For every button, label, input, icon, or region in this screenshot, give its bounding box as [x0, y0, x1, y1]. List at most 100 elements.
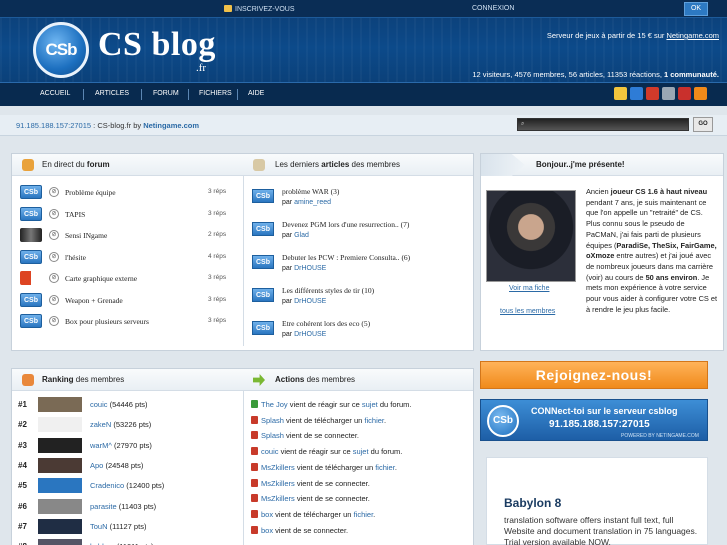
- action-text: vient de télécharger un: [294, 462, 376, 472]
- member-avatar[interactable]: [38, 518, 82, 534]
- forum-topic-title[interactable]: Sensi INgame: [65, 231, 107, 240]
- member-avatar[interactable]: [38, 397, 82, 412]
- member-avatar[interactable]: [38, 417, 82, 433]
- member-name[interactable]: zakeN: [90, 420, 111, 429]
- ranking-row[interactable]: #4 Apo (24548 pts): [18, 457, 218, 475]
- forum-topic-title[interactable]: Problème équipe: [65, 188, 116, 197]
- utb-icon[interactable]: [630, 87, 643, 100]
- ranking-row[interactable]: #3 warM^ (27970 pts): [18, 437, 218, 455]
- register-link[interactable]: INSCRIVEZ-VOUS: [224, 5, 295, 13]
- nav-aide[interactable]: AIDE: [248, 90, 264, 97]
- forum-topic-row[interactable]: ⊘ Carte graphique externe 3 réps: [20, 270, 235, 288]
- author-link[interactable]: amine_reed: [294, 199, 331, 206]
- profile-photo[interactable]: [486, 190, 576, 282]
- article-title[interactable]: Devenez PGM lors d'une resurrection.. (7…: [282, 220, 409, 229]
- action-user[interactable]: couic: [261, 447, 279, 456]
- member-name[interactable]: couic: [90, 400, 108, 409]
- action-user[interactable]: Splash: [261, 431, 284, 440]
- article-row[interactable]: CSb Etre cohérent lors des eco (5) par DrH…: [252, 319, 462, 347]
- ad-title[interactable]: Babylon 8: [504, 496, 561, 510]
- login-link[interactable]: CONNEXION: [472, 5, 514, 12]
- connect-server-banner[interactable]: CSb CONNect-toi sur le serveur csblog 91…: [480, 399, 708, 441]
- member-name[interactable]: TouN: [90, 522, 108, 531]
- search-button[interactable]: GO: [693, 117, 713, 132]
- youtube-icon[interactable]: [678, 87, 691, 100]
- forum-topic-row[interactable]: CSb ⊘ Problème équipe 3 réps: [20, 184, 235, 202]
- action-user[interactable]: Splash: [261, 416, 284, 425]
- article-thumb-icon: CSb: [252, 288, 274, 302]
- ranking-row[interactable]: #7 TouN (11127 pts): [18, 518, 218, 536]
- server-promo-link[interactable]: Netingame.com: [666, 31, 719, 40]
- ranking-row[interactable]: #2 zakeN (53226 pts): [18, 416, 218, 434]
- nav-accueil[interactable]: ACCUEIL: [40, 90, 70, 97]
- action-user[interactable]: MsZkillers: [261, 463, 295, 472]
- forum-topic-title[interactable]: TAPIS: [65, 210, 85, 219]
- site-title[interactable]: CS blog: [98, 26, 216, 64]
- forum-topic-row[interactable]: CSb ⊘ Box pour plusieurs serveurs 3 réps: [20, 313, 235, 331]
- netingame-link[interactable]: Netingame.com: [143, 121, 199, 130]
- member-name[interactable]: warM^: [90, 441, 112, 450]
- join-us-banner[interactable]: Rejoignez-nous!: [480, 361, 708, 389]
- article-title[interactable]: Debuter les PCW : Premiere Consulta.. (6…: [282, 253, 410, 262]
- article-author: par DrHOUSE: [282, 298, 326, 305]
- article-title[interactable]: problème WAR (3): [282, 187, 339, 196]
- member-name[interactable]: Cradenico: [90, 481, 124, 490]
- member-avatar[interactable]: [38, 437, 82, 453]
- action-user[interactable]: box: [261, 510, 273, 519]
- forum-topic-title[interactable]: Weapon + Grenade: [65, 296, 123, 305]
- search-input[interactable]: ⌕: [517, 118, 689, 131]
- action-user[interactable]: MsZkillers: [261, 494, 295, 503]
- member-avatar[interactable]: [38, 498, 82, 514]
- article-row[interactable]: CSb Les différents styles de tir (10) par …: [252, 286, 462, 314]
- article-title[interactable]: Les différents styles de tir (10): [282, 286, 374, 295]
- article-row[interactable]: CSb Devenez PGM lors d'une resurrection..…: [252, 220, 462, 248]
- article-row[interactable]: CSb Debuter les PCW : Premiere Consulta..…: [252, 253, 462, 281]
- server-ip[interactable]: 91.185.188.157:27015: [16, 121, 91, 130]
- article-row[interactable]: CSb problème WAR (3) par amine_reed: [252, 187, 462, 215]
- forum-topic-row[interactable]: CSb ⊘ l'hésite 4 réps: [20, 249, 235, 267]
- action-link[interactable]: sujet: [362, 400, 378, 409]
- member-name[interactable]: parasite: [90, 502, 117, 511]
- forum-topic-title[interactable]: l'hésite: [65, 253, 86, 262]
- rss-icon[interactable]: [694, 87, 707, 100]
- member-avatar[interactable]: [38, 539, 82, 545]
- article-title[interactable]: Etre cohérent lors des eco (5): [282, 319, 370, 328]
- ranking-row[interactable]: #5 Cradenico (12400 pts): [18, 477, 218, 495]
- ok-button[interactable]: OK: [684, 2, 708, 16]
- nav-forum[interactable]: FORUM: [153, 90, 179, 97]
- forum-topic-row[interactable]: ⊘ Sensi INgame 2 réps: [20, 227, 235, 245]
- action-user[interactable]: MsZkillers: [261, 479, 295, 488]
- action-link[interactable]: fichier: [364, 416, 384, 425]
- author-link[interactable]: DrHOUSE: [294, 331, 326, 338]
- ranking-row[interactable]: #1 couic (54446 pts): [18, 396, 218, 414]
- ranking-row[interactable]: #8kobben (11011 pts): [18, 538, 218, 545]
- ranking-row[interactable]: #6 parasite (11403 pts): [18, 498, 218, 516]
- view-profile-link[interactable]: Voir ma fiche: [509, 285, 549, 292]
- live-icon[interactable]: [646, 87, 659, 100]
- action-text-end: .: [394, 462, 397, 472]
- action-link[interactable]: sujet: [353, 447, 369, 456]
- member-avatar[interactable]: [38, 478, 82, 494]
- smiley-icon[interactable]: [614, 87, 627, 100]
- forum-topic-row[interactable]: CSb ⊘ Weapon + Grenade 3 réps: [20, 292, 235, 310]
- ad-box[interactable]: Babylon 8 translation software offers in…: [486, 457, 708, 545]
- member-avatar[interactable]: [38, 457, 82, 473]
- nav-articles[interactable]: ARTICLES: [95, 90, 129, 97]
- member-name[interactable]: Apo: [90, 461, 103, 470]
- articles-title-post: des membres: [349, 160, 400, 169]
- forum-topic-title[interactable]: Carte graphique externe: [65, 274, 137, 283]
- mail-icon[interactable]: [662, 87, 675, 100]
- author-link[interactable]: Glad: [294, 232, 309, 239]
- nav-fichiers[interactable]: FICHIERS: [199, 90, 232, 97]
- all-members-link[interactable]: tous les membres: [500, 308, 555, 315]
- action-user[interactable]: The Joy: [261, 400, 288, 409]
- action-user[interactable]: box: [261, 526, 273, 535]
- action-link[interactable]: fichier: [354, 510, 374, 519]
- site-logo[interactable]: CSb: [33, 22, 89, 78]
- forum-topic-title[interactable]: Box pour plusieurs serveurs: [65, 317, 149, 326]
- member-points: (11127 pts): [109, 521, 147, 531]
- author-link[interactable]: DrHOUSE: [294, 265, 326, 272]
- action-link[interactable]: fichier: [375, 463, 395, 472]
- author-link[interactable]: DrHOUSE: [294, 298, 326, 305]
- forum-topic-row[interactable]: CSb ⊘ TAPIS 3 réps: [20, 206, 235, 224]
